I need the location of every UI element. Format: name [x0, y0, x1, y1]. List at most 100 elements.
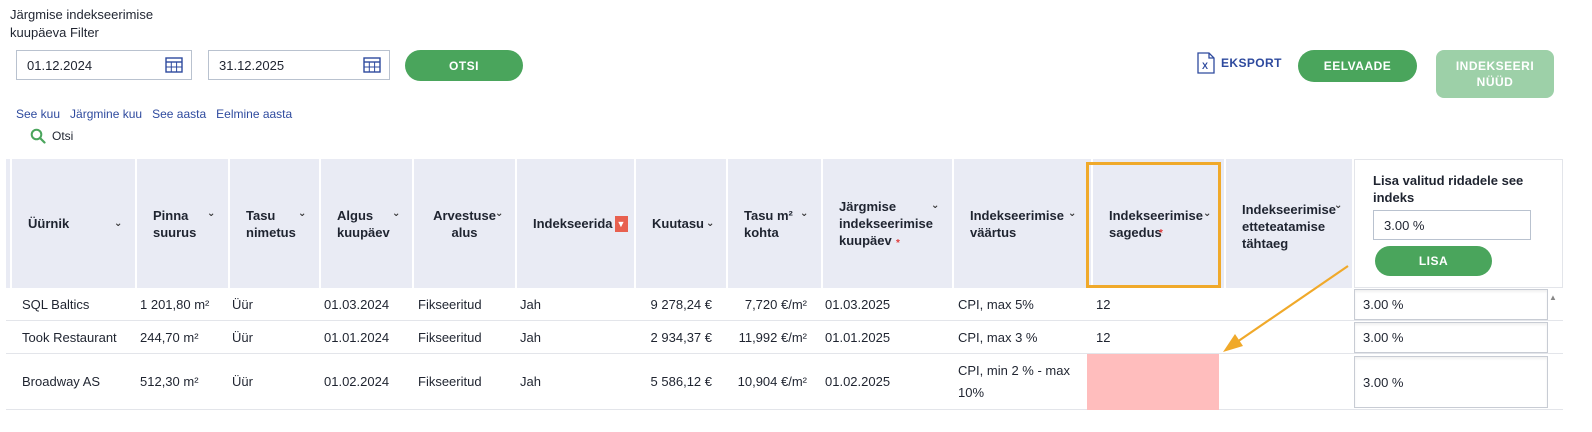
next-date-cell: 01.01.2025: [825, 329, 891, 345]
date-from-value: 01.12.2024: [27, 57, 93, 73]
monthly-cell: 5 586,12 €: [650, 374, 712, 389]
start-date-cell: 01.03.2024: [324, 296, 390, 312]
scroll-up-icon[interactable]: ▲: [1549, 293, 1559, 303]
fee-name-cell: Üür: [232, 329, 253, 345]
per-m2-cell: 11,992 €/m²: [738, 329, 807, 345]
per-m2-cell: 10,904 €/m²: [737, 374, 807, 389]
row-index-input[interactable]: 3.00 %: [1354, 289, 1548, 320]
column-label: Algus kuupäev: [337, 207, 390, 240]
column-header-start-date[interactable]: Algus kuupäev ⌄: [321, 159, 414, 288]
area-cell: 512,30 m²: [140, 374, 199, 389]
tenant-cell: Took Restaurant: [22, 329, 117, 345]
search-button[interactable]: OTSI: [405, 50, 523, 81]
quick-link-this-month[interactable]: See kuu: [16, 107, 60, 121]
index-value-cell: CPI, max 3 %: [958, 329, 1038, 345]
chevron-down-icon: ⌄: [495, 208, 504, 219]
per-m2-cell: 7,720 €/m²: [744, 296, 807, 312]
column-label: Tasu m² kohta: [744, 207, 793, 240]
search-link-label: Otsi: [52, 129, 74, 143]
next-date-cell: 01.02.2025: [825, 374, 891, 389]
column-header-area[interactable]: Pinna suurus ⌄: [137, 159, 230, 288]
index-now-button[interactable]: INDEKSEERI NÜÜD: [1436, 50, 1554, 98]
required-marker: *: [896, 238, 900, 249]
row-index-value: 3.00 %: [1363, 297, 1404, 312]
quick-links: See kuu Järgmine kuu See aasta Eelmine a…: [16, 107, 292, 121]
chevron-down-icon: ⌄: [706, 218, 715, 229]
date-from-field[interactable]: 01.12.2024: [16, 50, 192, 80]
monthly-cell: 9 278,24 €: [650, 296, 712, 312]
index-cell: Jah: [520, 329, 541, 345]
basis-cell: Fikseeritud: [418, 329, 482, 345]
tenant-cell: Broadway AS: [22, 374, 101, 389]
quick-link-this-year[interactable]: See aasta: [152, 107, 206, 121]
highlight-frame: [1086, 162, 1221, 288]
column-label: Üürnik: [28, 216, 70, 231]
monthly-cell: 2 934,37 €: [650, 329, 712, 345]
row-index-value: 3.00 %: [1363, 330, 1404, 345]
bulk-index-input[interactable]: 3.00 %: [1373, 210, 1531, 240]
basis-cell: Fikseeritud: [418, 296, 482, 312]
column-label: Indekseerimise etteteatamise tähtaeg: [1242, 202, 1336, 251]
search-link[interactable]: Otsi: [30, 128, 73, 144]
column-label: Indekseerimise väärtus: [970, 207, 1064, 240]
table-row[interactable]: Broadway AS 512,30 m² Üür 01.02.2024 Fik…: [6, 354, 1563, 410]
column-header-tenant[interactable]: Üürnik ⌄: [12, 159, 137, 288]
column-header-monthly[interactable]: Kuutasu ⌄: [636, 159, 728, 288]
add-index-button[interactable]: LISA: [1375, 246, 1492, 276]
chevron-down-icon: ⌄: [931, 200, 940, 211]
row-index-input[interactable]: 3.00 %: [1354, 322, 1548, 353]
start-date-cell: 01.02.2024: [324, 374, 390, 389]
filter-label: Järgmise indekseerimise kuupäeva Filter: [10, 7, 154, 40]
frequency-cell-missing[interactable]: [1087, 354, 1219, 410]
row-index-input[interactable]: 3.00 %: [1354, 356, 1548, 408]
column-label: Pinna suurus: [153, 207, 197, 240]
column-header-per-m2[interactable]: Tasu m² kohta ⌄: [728, 159, 823, 288]
basis-cell: Fikseeritud: [418, 374, 482, 389]
column-header-index[interactable]: Indekseerida ▼: [517, 159, 636, 288]
chevron-down-icon: ⌄: [114, 218, 123, 229]
chevron-down-icon: ⌄: [207, 208, 216, 219]
index-value-cell: CPI, min 2 % - max 10%: [958, 362, 1070, 400]
quick-link-last-year[interactable]: Eelmine aasta: [216, 107, 292, 121]
tenant-cell: SQL Baltics: [22, 296, 90, 312]
column-header-basis[interactable]: Arvestuse alus ⌄: [414, 159, 517, 288]
column-label: Indekseerida: [533, 216, 613, 231]
svg-text:X: X: [1202, 61, 1208, 71]
quick-link-next-month[interactable]: Järgmine kuu: [70, 107, 142, 121]
column-header-index-value[interactable]: Indekseerimise väärtus ⌄: [954, 159, 1093, 288]
column-label: Tasu nimetus: [246, 207, 296, 240]
date-to-field[interactable]: 31.12.2025: [208, 50, 390, 80]
export-link[interactable]: X EKSPORT: [1197, 52, 1282, 74]
column-label: Kuutasu: [652, 216, 704, 231]
annotation-arrow-icon: [1223, 265, 1349, 352]
chevron-down-icon: ⌄: [298, 208, 307, 219]
date-to-value: 31.12.2025: [219, 57, 285, 73]
excel-file-icon: X: [1197, 52, 1215, 74]
index-cell: Jah: [520, 296, 541, 312]
column-header-fee-name[interactable]: Tasu nimetus ⌄: [230, 159, 321, 288]
area-cell: 1 201,80 m²: [140, 296, 210, 312]
fee-name-cell: Üür: [232, 374, 253, 389]
calendar-icon[interactable]: [363, 57, 381, 73]
bulk-index-value: 3.00 %: [1384, 217, 1425, 233]
column-label: Arvestuse alus: [433, 207, 496, 240]
preview-button[interactable]: EELVAADE: [1298, 50, 1417, 82]
sort-active-icon[interactable]: ▼: [614, 215, 628, 232]
start-date-cell: 01.01.2024: [324, 329, 390, 345]
chevron-down-icon: ⌄: [800, 208, 809, 219]
area-cell: 244,70 m²: [140, 329, 199, 345]
frequency-cell[interactable]: 12: [1096, 288, 1110, 320]
chevron-down-icon: ⌄: [1334, 200, 1343, 211]
column-label: Järgmise indekseerimise kuupäev: [839, 199, 933, 248]
column-header-next-date[interactable]: Järgmise indekseerimise kuupäev * ⌄: [823, 159, 954, 288]
chevron-down-icon: ⌄: [1068, 208, 1077, 219]
index-value-cell: CPI, max 5%: [958, 296, 1034, 312]
fee-name-cell: Üür: [232, 296, 253, 312]
row-index-value: 3.00 %: [1363, 374, 1404, 390]
frequency-cell[interactable]: 12: [1096, 321, 1110, 353]
calendar-icon[interactable]: [165, 57, 183, 73]
export-label: EKSPORT: [1221, 56, 1282, 70]
index-cell: Jah: [520, 374, 541, 389]
bulk-index-panel: Lisa valitud ridadele see indeks 3.00 % …: [1354, 159, 1563, 288]
search-icon: [30, 128, 46, 144]
